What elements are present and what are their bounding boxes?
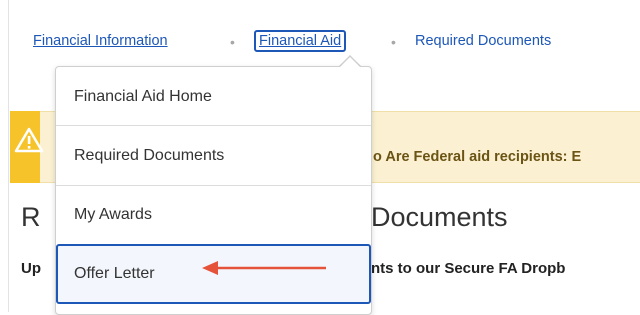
warning-icon (14, 127, 44, 153)
menu-item-my-awards[interactable]: My Awards (56, 186, 371, 244)
menu-item-label: Required Documents (74, 147, 225, 164)
breadcrumb-separator: • (391, 34, 396, 50)
page-title: Documents (371, 202, 508, 232)
annotation-arrow (202, 261, 326, 275)
breadcrumb-separator: • (230, 34, 235, 50)
menu-item-financial-aid-home[interactable]: Financial Aid Home (56, 67, 371, 126)
alert-message: o Are Federal aid recipients: E (373, 149, 582, 165)
page-title: R (21, 202, 41, 232)
menu-item-label: Offer Letter (74, 265, 155, 282)
page-subtitle: nts to our Secure FA Dropb (371, 260, 566, 277)
page-subtitle: Up (21, 260, 41, 277)
menu-item-label: My Awards (74, 206, 152, 223)
menu-item-label: Financial Aid Home (74, 88, 212, 105)
breadcrumb-required-documents[interactable]: Required Documents (415, 33, 551, 49)
breadcrumb-financial-aid[interactable]: Financial Aid (254, 30, 347, 52)
dropdown-caret (339, 57, 361, 68)
breadcrumb-financial-information[interactable]: Financial Information (33, 33, 168, 49)
menu-item-required-documents[interactable]: Required Documents (56, 126, 371, 186)
